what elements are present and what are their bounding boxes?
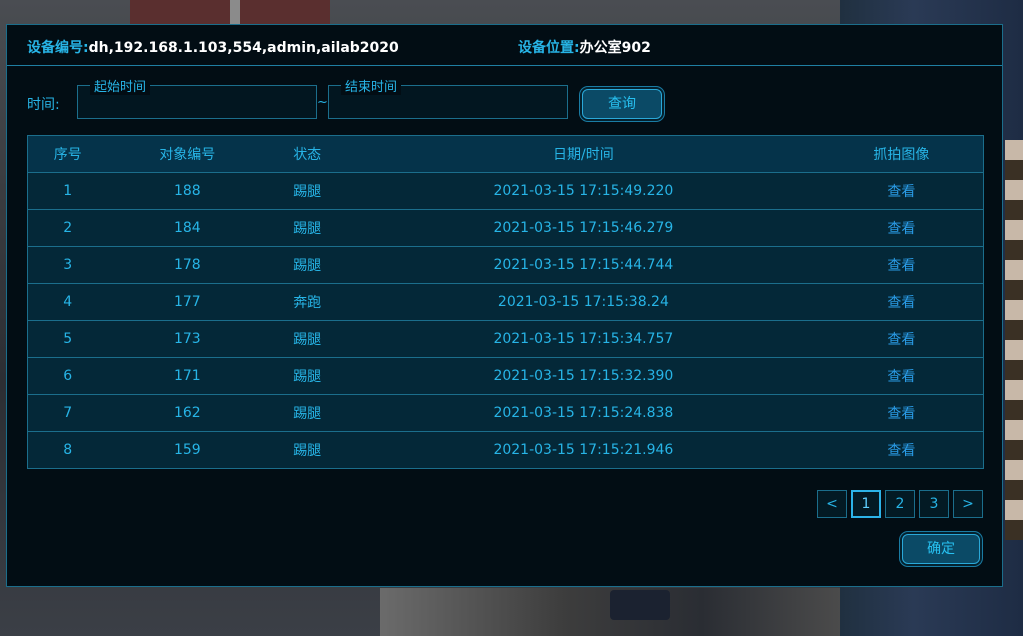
row-object-id: 188 <box>107 172 268 210</box>
view-snapshot-link[interactable]: 查看 <box>819 209 984 247</box>
row-object-id: 159 <box>107 431 268 469</box>
time-label: 时间: <box>27 97 60 113</box>
row-status: 奔跑 <box>267 283 348 321</box>
table-row: 6 171 踢腿 2021-03-15 17:15:32.390 查看 <box>27 357 984 395</box>
table-row: 1 188 踢腿 2021-03-15 17:15:49.220 查看 <box>27 172 984 210</box>
time-range-separator: ~ <box>317 95 328 110</box>
row-index: 1 <box>27 172 108 210</box>
row-index: 6 <box>27 357 108 395</box>
table-row: 8 159 踢腿 2021-03-15 17:15:21.946 查看 <box>27 431 984 469</box>
page-button-2[interactable]: 2 <box>885 490 915 518</box>
view-snapshot-link[interactable]: 查看 <box>819 357 984 395</box>
view-snapshot-link[interactable]: 查看 <box>819 172 984 210</box>
row-object-id: 178 <box>107 246 268 284</box>
device-id-label: 设备编号: <box>27 40 89 56</box>
table-row: 4 177 奔跑 2021-03-15 17:15:38.24 查看 <box>27 283 984 321</box>
device-location-field: 设备位置:办公室902 <box>518 37 651 57</box>
view-snapshot-link[interactable]: 查看 <box>819 394 984 432</box>
view-snapshot-link[interactable]: 查看 <box>819 320 984 358</box>
row-datetime: 2021-03-15 17:15:38.24 <box>347 283 820 321</box>
view-snapshot-link[interactable]: 查看 <box>819 246 984 284</box>
row-datetime: 2021-03-15 17:15:46.279 <box>347 209 820 247</box>
events-table: 序号 对象编号 状态 日期/时间 抓拍图像 1 188 踢腿 2021-03-1… <box>27 135 984 469</box>
row-datetime: 2021-03-15 17:15:34.757 <box>347 320 820 358</box>
view-snapshot-link[interactable]: 查看 <box>819 283 984 321</box>
row-object-id: 184 <box>107 209 268 247</box>
row-status: 踢腿 <box>267 431 348 469</box>
next-page-button[interactable]: > <box>953 490 983 518</box>
row-datetime: 2021-03-15 17:15:49.220 <box>347 172 820 210</box>
row-object-id: 171 <box>107 357 268 395</box>
row-status: 踢腿 <box>267 209 348 247</box>
page-button-3[interactable]: 3 <box>919 490 949 518</box>
device-location-value: 办公室902 <box>579 40 651 56</box>
row-status: 踢腿 <box>267 172 348 210</box>
start-time-field: 起始时间 <box>77 76 317 119</box>
row-index: 5 <box>27 320 108 358</box>
row-datetime: 2021-03-15 17:15:21.946 <box>347 431 820 469</box>
end-time-input[interactable] <box>329 86 567 118</box>
table-row: 3 178 踢腿 2021-03-15 17:15:44.744 查看 <box>27 246 984 284</box>
row-datetime: 2021-03-15 17:15:32.390 <box>347 357 820 395</box>
view-snapshot-link[interactable]: 查看 <box>819 431 984 469</box>
row-index: 8 <box>27 431 108 469</box>
prev-page-button[interactable]: < <box>817 490 847 518</box>
event-dialog: 设备编号:dh,192.168.1.103,554,admin,ailab202… <box>6 24 1003 587</box>
table-header-row: 序号 对象编号 状态 日期/时间 抓拍图像 <box>27 135 984 173</box>
confirm-button[interactable]: 确定 <box>902 534 980 564</box>
row-datetime: 2021-03-15 17:15:44.744 <box>347 246 820 284</box>
column-header-snapshot: 抓拍图像 <box>819 135 984 173</box>
query-button[interactable]: 查询 <box>582 89 662 119</box>
device-id-value: dh,192.168.1.103,554,admin,ailab2020 <box>88 40 399 56</box>
table-row: 7 162 踢腿 2021-03-15 17:15:24.838 查看 <box>27 394 984 432</box>
column-header-datetime: 日期/时间 <box>347 135 820 173</box>
row-object-id: 173 <box>107 320 268 358</box>
row-index: 2 <box>27 209 108 247</box>
row-index: 7 <box>27 394 108 432</box>
column-header-object-id: 对象编号 <box>107 135 268 173</box>
device-location-label: 设备位置: <box>518 40 580 56</box>
column-header-index: 序号 <box>27 135 108 173</box>
row-object-id: 162 <box>107 394 268 432</box>
row-index: 4 <box>27 283 108 321</box>
row-index: 3 <box>27 246 108 284</box>
row-status: 踢腿 <box>267 394 348 432</box>
column-header-status: 状态 <box>267 135 348 173</box>
table-row: 5 173 踢腿 2021-03-15 17:15:34.757 查看 <box>27 320 984 358</box>
row-object-id: 177 <box>107 283 268 321</box>
dialog-header: 设备编号:dh,192.168.1.103,554,admin,ailab202… <box>7 25 1002 66</box>
pagination: < 1 2 3 > <box>817 490 983 518</box>
row-status: 踢腿 <box>267 320 348 358</box>
row-status: 踢腿 <box>267 357 348 395</box>
table-row: 2 184 踢腿 2021-03-15 17:15:46.279 查看 <box>27 209 984 247</box>
start-time-input[interactable] <box>78 86 316 118</box>
end-time-field: 结束时间 <box>328 76 568 119</box>
device-id-field: 设备编号:dh,192.168.1.103,554,admin,ailab202… <box>27 37 399 57</box>
row-datetime: 2021-03-15 17:15:24.838 <box>347 394 820 432</box>
page-button-1[interactable]: 1 <box>851 490 881 518</box>
row-status: 踢腿 <box>267 246 348 284</box>
